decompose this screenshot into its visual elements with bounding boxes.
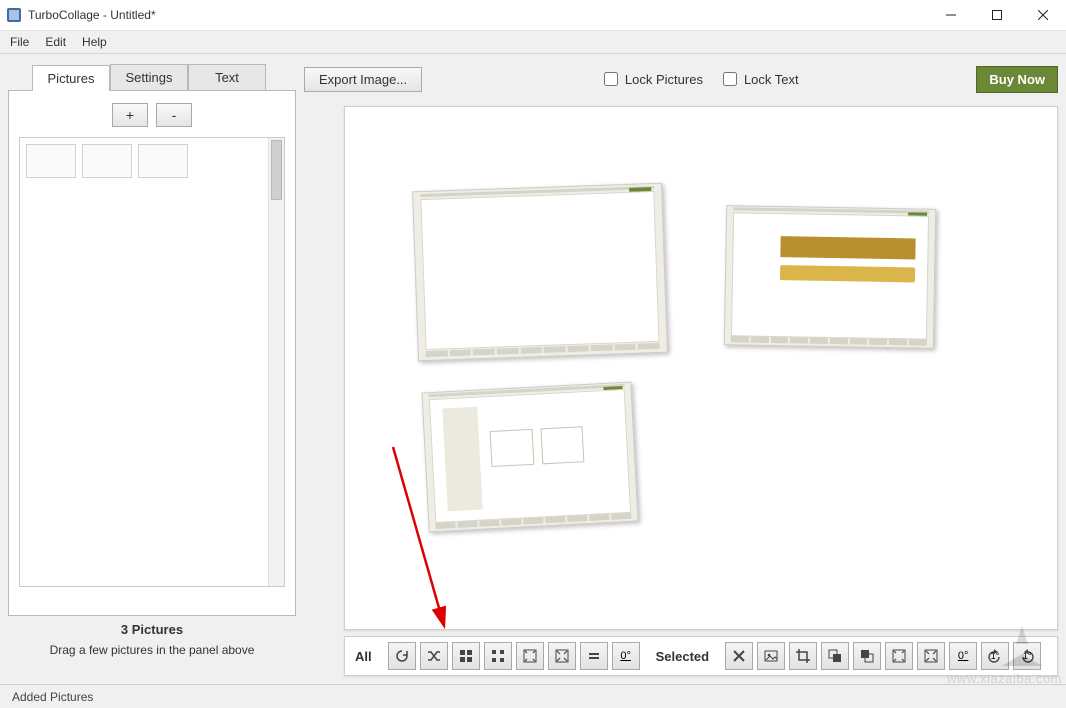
export-image-button[interactable]: Export Image... [304, 67, 422, 92]
collage-picture[interactable] [421, 382, 638, 533]
remove-picture-button[interactable]: - [156, 103, 192, 127]
sidebar: Pictures Settings Text + - 3 Pictures Dr… [8, 54, 296, 676]
rotate-ccw-icon[interactable]: 1° [981, 642, 1009, 670]
status-text: Added Pictures [12, 690, 93, 704]
send-back-icon[interactable] [821, 642, 849, 670]
equal-icon[interactable] [580, 642, 608, 670]
sidebar-tabs: Pictures Settings Text [32, 64, 296, 90]
lock-pictures-input[interactable] [604, 72, 618, 86]
all-label: All [355, 649, 372, 664]
maximize-button[interactable] [974, 0, 1020, 30]
work-area: Pictures Settings Text + - 3 Pictures Dr… [0, 54, 1066, 684]
collage-canvas-frame [344, 106, 1058, 630]
refresh-icon[interactable] [388, 642, 416, 670]
lock-text-input[interactable] [723, 72, 737, 86]
close-button[interactable] [1020, 0, 1066, 30]
lock-text-label: Lock Text [744, 72, 799, 87]
delete-icon[interactable] [725, 642, 753, 670]
grid-fill-icon[interactable] [452, 642, 480, 670]
scrollbar-thumb[interactable] [271, 140, 282, 200]
window-title: TurboCollage - Untitled* [28, 8, 928, 22]
image-icon[interactable] [757, 642, 785, 670]
menu-help[interactable]: Help [74, 32, 115, 52]
tab-pictures[interactable]: Pictures [32, 65, 110, 91]
lock-pictures-checkbox[interactable]: Lock Pictures [600, 69, 703, 89]
buy-now-button[interactable]: Buy Now [976, 66, 1058, 93]
tab-text[interactable]: Text [188, 64, 266, 90]
sidebar-footer: 3 Pictures Drag a few pictures in the pa… [8, 616, 296, 663]
expand-sel-icon[interactable] [917, 642, 945, 670]
thumbnail-item[interactable] [82, 144, 132, 178]
window-controls [928, 0, 1066, 30]
grid-gap-icon[interactable] [484, 642, 512, 670]
all-tools-group: 0° [388, 642, 640, 670]
bottom-toolbar: All 0° Selected 0° 1° [344, 636, 1058, 676]
collage-picture[interactable] [724, 205, 936, 349]
status-bar: Added Pictures [0, 684, 1066, 708]
top-toolbar: Export Image... Lock Pictures Lock Text … [304, 64, 1058, 94]
expand-icon[interactable] [548, 642, 576, 670]
crop-icon[interactable] [789, 642, 817, 670]
add-remove-row: + - [9, 91, 295, 137]
lock-text-checkbox[interactable]: Lock Text [719, 69, 799, 89]
thumbnail-item[interactable] [138, 144, 188, 178]
selected-tools-group: 0° 1° 1° [725, 642, 1041, 670]
sidebar-hint: Drag a few pictures in the panel above [18, 643, 286, 657]
collage-canvas[interactable] [345, 107, 1057, 629]
thumbnail-scrollbar[interactable] [268, 138, 284, 586]
lock-pictures-label: Lock Pictures [625, 72, 703, 87]
selected-label: Selected [656, 649, 709, 664]
menu-file[interactable]: File [2, 32, 37, 52]
app-icon [6, 7, 22, 23]
tab-settings[interactable]: Settings [110, 64, 188, 90]
thumbnail-item[interactable] [26, 144, 76, 178]
menu-bar: File Edit Help [0, 30, 1066, 54]
picture-count-label: 3 Pictures [18, 622, 286, 637]
shuffle-icon[interactable] [420, 642, 448, 670]
minimize-button[interactable] [928, 0, 974, 30]
title-bar: TurboCollage - Untitled* [0, 0, 1066, 30]
zero-deg-sel-icon[interactable]: 0° [949, 642, 977, 670]
bring-front-icon[interactable] [853, 642, 881, 670]
menu-edit[interactable]: Edit [37, 32, 74, 52]
add-picture-button[interactable]: + [112, 103, 148, 127]
collage-picture[interactable] [412, 183, 668, 362]
rotate-cw-icon[interactable]: 1° [1013, 642, 1041, 670]
fit-icon[interactable] [516, 642, 544, 670]
fit-sel-icon[interactable] [885, 642, 913, 670]
zero-deg-icon[interactable]: 0° [612, 642, 640, 670]
sidebar-body: + - [8, 90, 296, 616]
main-area: Export Image... Lock Pictures Lock Text … [304, 64, 1058, 676]
thumbnail-list[interactable] [19, 137, 285, 587]
